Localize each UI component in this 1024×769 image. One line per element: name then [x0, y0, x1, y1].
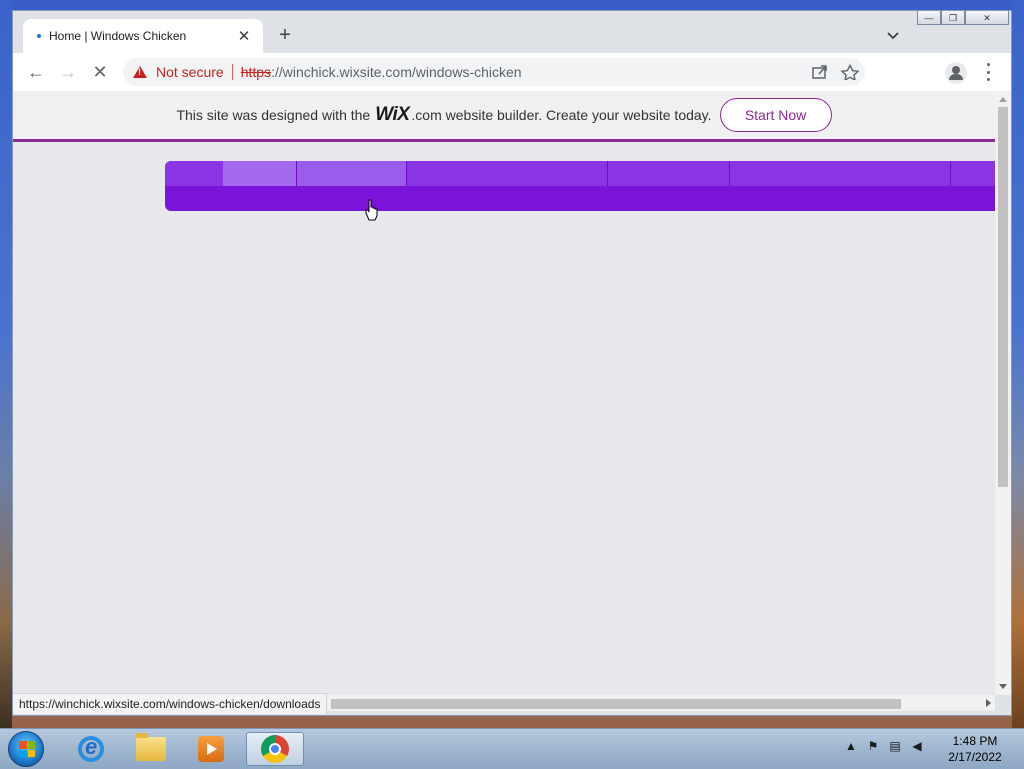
internet-explorer-icon [78, 734, 104, 762]
restore-button[interactable]: ❐ [941, 11, 965, 25]
wix-logo[interactable]: WiX [375, 104, 410, 126]
desktop-background-left [0, 0, 12, 730]
scroll-right-arrow-icon[interactable] [986, 699, 991, 707]
taskbar-file-explorer[interactable] [122, 732, 180, 766]
scroll-up-arrow-icon[interactable] [999, 97, 1007, 102]
clock-time: 1:48 PM [952, 734, 998, 748]
volume-muted-icon[interactable]: ◀ [910, 739, 924, 753]
start-button[interactable] [8, 731, 44, 767]
menu-item-3[interactable] [407, 161, 608, 186]
system-clock[interactable]: 1:48 PM 2/17/2022 [940, 733, 1010, 765]
browser-toolbar: ← → ✕ Not secure https://winchick.wixsit… [13, 53, 1011, 91]
horizontal-scroll-thumb[interactable] [331, 699, 901, 709]
menu-top-strip [165, 161, 995, 186]
security-label[interactable]: Not secure [156, 64, 224, 80]
tab-search-chevron-icon[interactable] [885, 27, 901, 43]
system-tray: ▲ ⚑ ▤ ◀ [844, 739, 924, 753]
taskbar-internet-explorer[interactable] [62, 732, 120, 766]
menu-spacer [165, 161, 223, 186]
clock-date: 2/17/2022 [948, 750, 1002, 764]
vertical-scroll-thumb[interactable] [998, 107, 1008, 487]
avatar-body [949, 74, 963, 80]
minimize-button[interactable]: — [917, 11, 941, 25]
new-tab-button[interactable]: + [275, 25, 295, 45]
site-navigation-menu [165, 161, 995, 211]
tab-home[interactable]: Home | Windows Chicken ✕ [23, 19, 263, 53]
share-icon[interactable] [805, 64, 835, 80]
vertical-scrollbar[interactable] [995, 91, 1011, 695]
stop-loading-button[interactable]: ✕ [89, 61, 111, 83]
address-bar[interactable]: Not secure https://winchick.wixsite.com/… [123, 58, 865, 86]
omnibox-divider [231, 64, 233, 80]
desktop-background-right [1012, 0, 1024, 730]
menu-item-6[interactable] [951, 161, 995, 186]
menu-item-4[interactable] [608, 161, 730, 186]
url-path: ://winchick.wixsite.com/windows-chicken [271, 64, 522, 80]
scroll-down-arrow-icon[interactable] [999, 684, 1007, 689]
back-button[interactable]: ← [25, 61, 47, 83]
network-icon[interactable]: ▤ [888, 739, 902, 753]
url-scheme: https [240, 64, 272, 80]
menu-item-downloads[interactable] [297, 161, 407, 186]
tab-close-icon[interactable]: ✕ [235, 27, 253, 45]
menu-item-1[interactable] [223, 161, 297, 186]
taskbar: ▲ ⚑ ▤ ◀ 1:48 PM 2/17/2022 [0, 728, 1024, 769]
warning-icon[interactable] [133, 66, 147, 78]
action-center-flag-icon[interactable]: ⚑ [866, 739, 880, 753]
omnibox-actions [805, 58, 865, 86]
loading-indicator-icon [37, 34, 41, 38]
forward-button[interactable]: → [57, 61, 79, 83]
bookmark-star-icon[interactable] [835, 64, 865, 80]
url-text[interactable]: https://winchick.wixsite.com/windows-chi… [241, 64, 522, 80]
menu-item-5[interactable] [730, 161, 951, 186]
window-controls: — ❐ ✕ [917, 11, 1009, 27]
show-hidden-icons-icon[interactable]: ▲ [844, 739, 858, 753]
tab-strip: Home | Windows Chicken ✕ + — ❐ ✕ [13, 11, 1011, 53]
taskbar-chrome[interactable] [246, 732, 304, 766]
wix-banner-prefix: This site was designed with the [176, 107, 371, 123]
wix-banner-suffix: .com website builder. Create your websit… [411, 107, 712, 123]
profile-avatar-icon[interactable] [945, 62, 967, 84]
browser-window: Home | Windows Chicken ✕ + — ❐ ✕ ← → ✕ N… [12, 10, 1012, 716]
page-content: This site was designed with the WiX .com… [13, 91, 995, 695]
chrome-icon [261, 735, 289, 763]
browser-menu-icon[interactable] [985, 63, 991, 81]
start-now-button[interactable]: Start Now [719, 98, 832, 132]
wix-banner: This site was designed with the WiX .com… [13, 91, 995, 142]
taskbar-media-player[interactable] [182, 732, 240, 766]
windows-logo-icon [19, 741, 35, 757]
hand-cursor-icon [365, 199, 378, 221]
link-status-bubble: https://winchick.wixsite.com/windows-chi… [13, 693, 328, 714]
file-explorer-icon [136, 733, 166, 761]
close-window-button[interactable]: ✕ [965, 11, 1009, 25]
tab-title: Home | Windows Chicken [49, 29, 187, 43]
media-player-icon [198, 736, 224, 762]
avatar-head [952, 66, 960, 74]
